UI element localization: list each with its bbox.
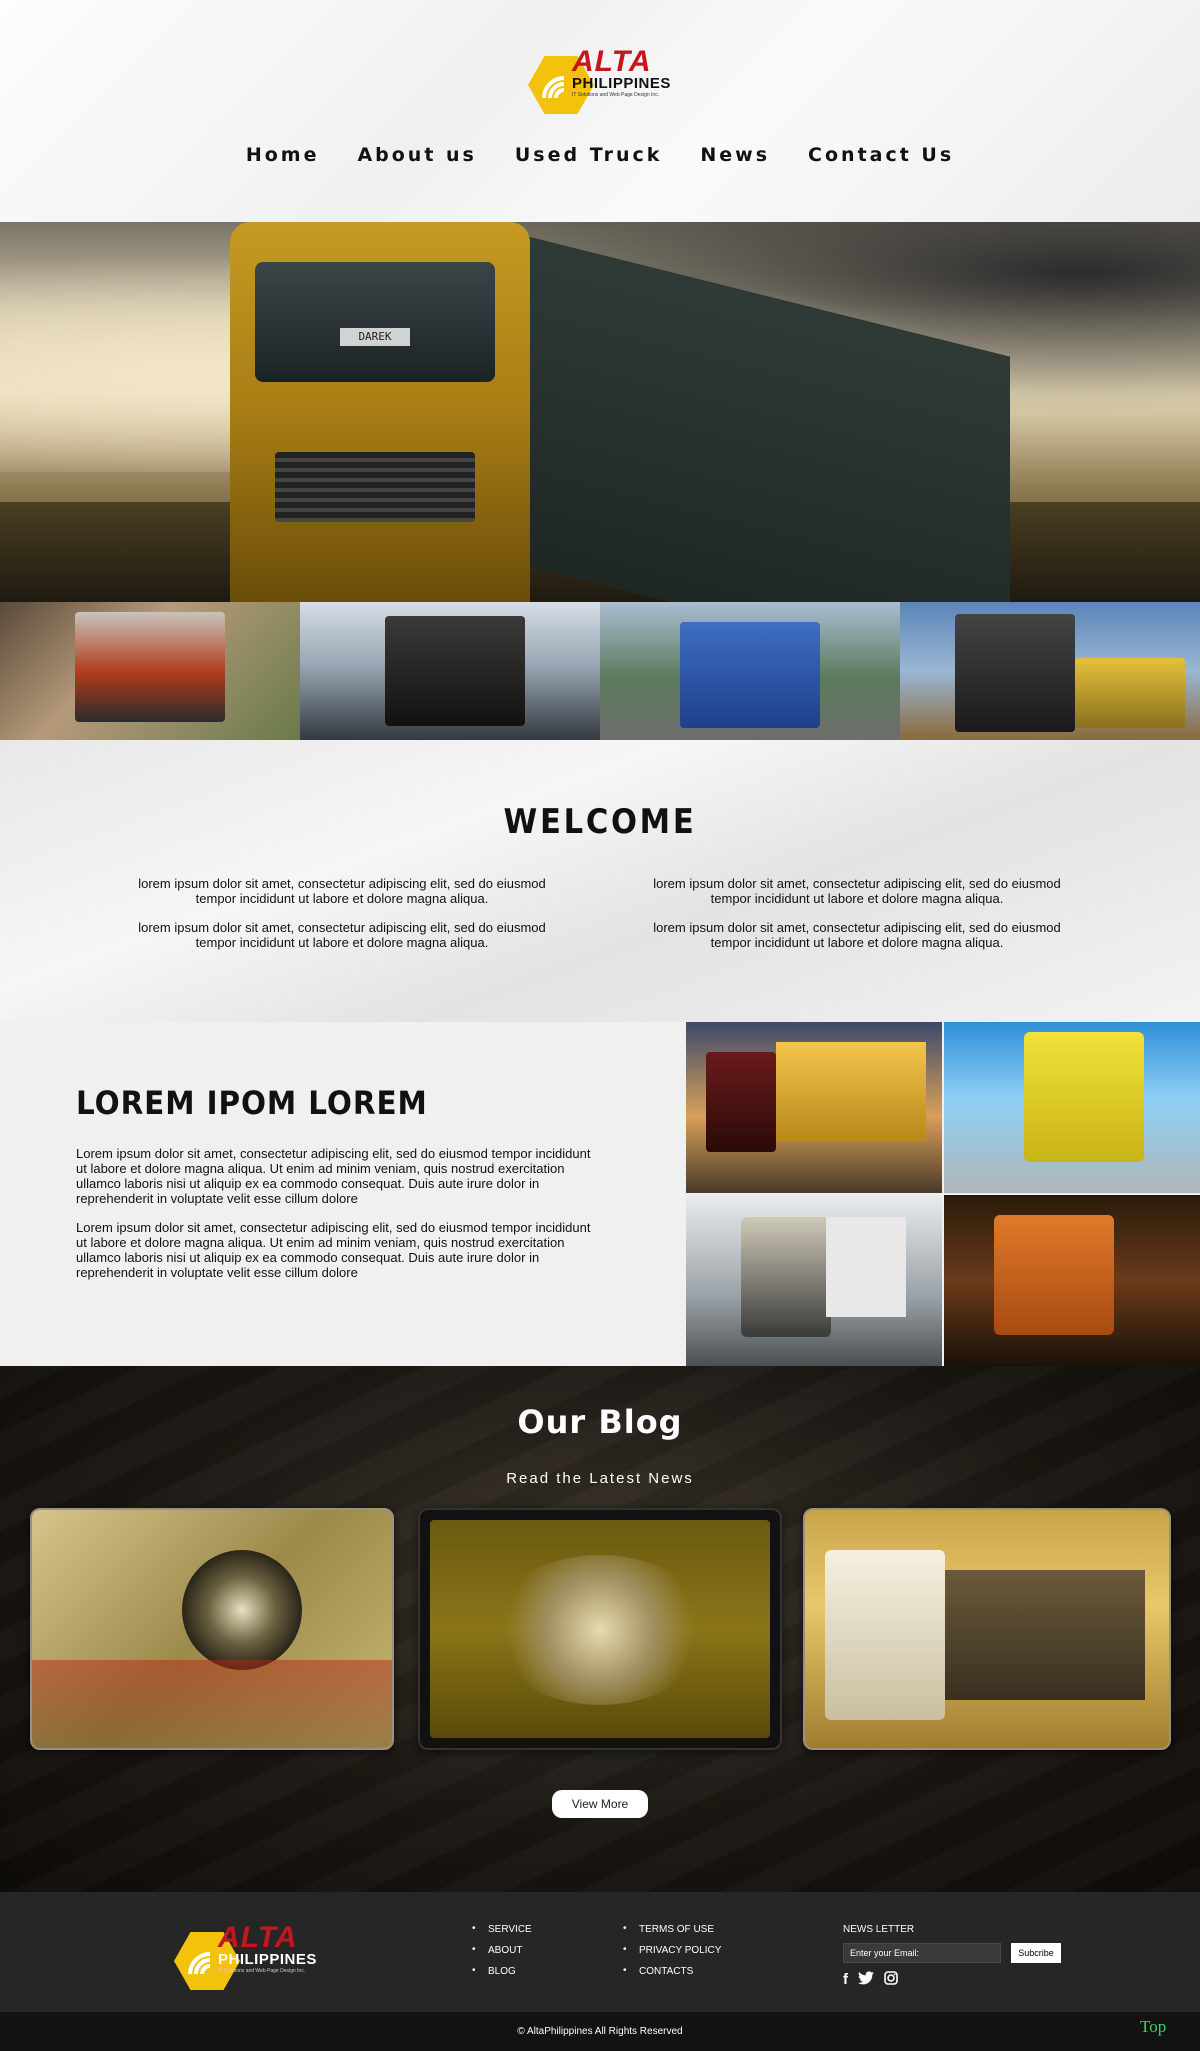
welcome-title: WELCOME: [503, 802, 697, 842]
gallery-image[interactable]: [944, 1195, 1200, 1366]
blog-subtitle: Read the Latest News: [506, 1470, 694, 1487]
footer-link-blog[interactable]: BLOG: [472, 1965, 532, 1987]
feature-paragraph: Lorem ipsum dolor sit amet, consectetur …: [76, 1220, 591, 1280]
site-logo[interactable]: ALTA PHILIPPINES IT Solutions and Web Pa…: [528, 36, 678, 114]
footer-link-terms[interactable]: TERMS OF USE: [623, 1923, 721, 1945]
footer-links-secondary: TERMS OF USE PRIVACY POLICY CONTACTS: [623, 1923, 721, 1987]
logo-sub: PHILIPPINES: [218, 1951, 317, 1968]
hero-banner: DAREK: [0, 222, 1200, 602]
nav-used-truck[interactable]: Used Truck: [515, 144, 663, 166]
footer-link-about[interactable]: ABOUT: [472, 1944, 532, 1966]
welcome-right-column: lorem ipsum dolor sit amet, consectetur …: [637, 876, 1077, 964]
logo-sub: PHILIPPINES: [572, 75, 671, 92]
blog-title: Our Blog: [517, 1403, 683, 1441]
truck-thumbnail[interactable]: [0, 602, 300, 740]
logo-name: ALTA: [572, 45, 652, 78]
footer-logo[interactable]: ALTA PHILIPPINES IT Solutions and Web Pa…: [174, 1912, 324, 1990]
gallery-image[interactable]: [686, 1195, 942, 1366]
main-nav: Home About us Used Truck News Contact Us: [0, 144, 1200, 166]
twitter-icon[interactable]: [858, 1971, 874, 1989]
footer-link-contacts[interactable]: CONTACTS: [623, 1965, 721, 1987]
hero-grille: [275, 452, 475, 522]
nav-about-us[interactable]: About us: [357, 144, 476, 166]
footer-links-primary: SERVICE ABOUT BLOG: [472, 1923, 532, 1987]
welcome-left-column: lorem ipsum dolor sit amet, consectetur …: [122, 876, 562, 964]
facebook-icon[interactable]: f: [843, 1971, 848, 1989]
welcome-text: lorem ipsum dolor sit amet, consectetur …: [138, 876, 546, 906]
footer-link-service[interactable]: SERVICE: [472, 1923, 532, 1945]
hero-plate: DAREK: [340, 328, 410, 346]
welcome-section: WELCOME lorem ipsum dolor sit amet, cons…: [0, 740, 1200, 1022]
truck-thumbnail-strip: [0, 602, 1200, 740]
nav-contact-us[interactable]: Contact Us: [808, 144, 954, 166]
logo-name: ALTA: [218, 1921, 298, 1954]
view-more-button[interactable]: View More: [552, 1790, 648, 1818]
welcome-text: lorem ipsum dolor sit amet, consectetur …: [138, 920, 546, 950]
blog-card[interactable]: [418, 1508, 782, 1750]
truck-gallery: [686, 1022, 1200, 1366]
blog-card[interactable]: [30, 1508, 394, 1750]
instagram-icon[interactable]: [884, 1971, 898, 1989]
hero-windshield: [255, 262, 495, 382]
blog-section: Our Blog Read the Latest News View More: [0, 1366, 1200, 1892]
footer-link-privacy[interactable]: PRIVACY POLICY: [623, 1944, 721, 1966]
back-to-top-link[interactable]: Top: [1140, 2017, 1166, 2037]
logo-tagline: IT Solutions and Web Page Design Inc.: [218, 1968, 306, 1974]
truck-thumbnail[interactable]: [300, 602, 600, 740]
feature-paragraph: Lorem ipsum dolor sit amet, consectetur …: [76, 1146, 591, 1206]
welcome-text: lorem ipsum dolor sit amet, consectetur …: [653, 920, 1061, 950]
newsletter-label: NEWS LETTER: [843, 1924, 915, 1935]
newsletter: NEWS LETTER Subcribe f: [843, 1924, 1061, 1989]
feature-section: LOREM IPOM LOREM Lorem ipsum dolor sit a…: [0, 1022, 1200, 1366]
site-footer: ALTA PHILIPPINES IT Solutions and Web Pa…: [0, 1892, 1200, 2012]
copyright-bar: © AltaPhilippines All Rights Reserved: [0, 2012, 1200, 2051]
subscribe-button[interactable]: Subcribe: [1011, 1943, 1061, 1963]
nav-news[interactable]: News: [700, 144, 770, 166]
blog-card[interactable]: [803, 1508, 1171, 1750]
newsletter-email-input[interactable]: [843, 1943, 1001, 1963]
logo-tagline: IT Solutions and Web Page Design Inc.: [572, 92, 660, 98]
gallery-image[interactable]: [944, 1022, 1200, 1193]
nav-home[interactable]: Home: [246, 144, 320, 166]
gallery-image[interactable]: [686, 1022, 942, 1193]
feature-title: LOREM IPOM LOREM: [76, 1084, 428, 1122]
truck-thumbnail[interactable]: [600, 602, 900, 740]
site-header: ALTA PHILIPPINES IT Solutions and Web Pa…: [0, 0, 1200, 222]
social-links: f: [843, 1971, 1061, 1989]
feature-body: Lorem ipsum dolor sit amet, consectetur …: [76, 1146, 596, 1294]
welcome-text: lorem ipsum dolor sit amet, consectetur …: [653, 876, 1061, 906]
truck-thumbnail[interactable]: [900, 602, 1200, 740]
